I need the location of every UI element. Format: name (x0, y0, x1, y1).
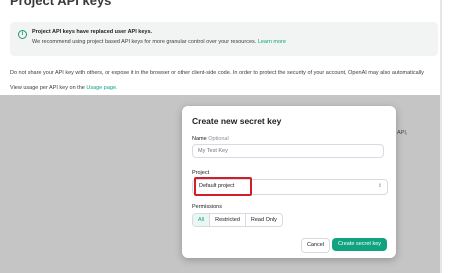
usage-text: View usage per API key on the Usage page… (10, 85, 118, 91)
cancel-button[interactable]: Cancel (301, 238, 330, 253)
name-label: Name Optional (192, 136, 229, 142)
scrollbar-track[interactable] (440, 0, 442, 273)
info-icon: i (18, 30, 27, 39)
create-secret-key-button[interactable]: Create secret key (332, 238, 387, 251)
warning-text: Do not share your API key with others, o… (10, 70, 424, 76)
permission-option-restricted[interactable]: Restricted (210, 214, 246, 226)
usage-page-link[interactable]: Usage page. (86, 85, 117, 91)
optional-hint: Optional (208, 136, 229, 142)
chevron-updown-icon: ⇕ (377, 183, 382, 189)
info-title: Project API keys have replaced user API … (32, 29, 153, 35)
project-label: Project (192, 170, 210, 176)
info-banner: i Project API keys have replaced user AP… (10, 22, 438, 56)
permission-option-read-only[interactable]: Read Only (246, 214, 282, 226)
info-body-text: We recommend using project based API key… (32, 39, 257, 45)
page-title: Project API keys (10, 0, 112, 8)
permissions-segmented-control: All Restricted Read Only (192, 213, 283, 227)
annotation-highlight-box (194, 177, 252, 196)
key-name-input[interactable] (192, 144, 384, 158)
dialog-title: Create new secret key (192, 116, 282, 126)
permission-option-all[interactable]: All (193, 214, 211, 226)
info-body: We recommend using project based API key… (32, 39, 286, 45)
name-label-text: Name (192, 136, 207, 142)
permissions-label: Permissions (192, 204, 222, 210)
usage-prefix: View usage per API key on the (10, 85, 85, 91)
learn-more-link[interactable]: Learn more (258, 39, 286, 45)
create-secret-key-dialog: Create new secret key Name Optional Proj… (182, 106, 396, 258)
